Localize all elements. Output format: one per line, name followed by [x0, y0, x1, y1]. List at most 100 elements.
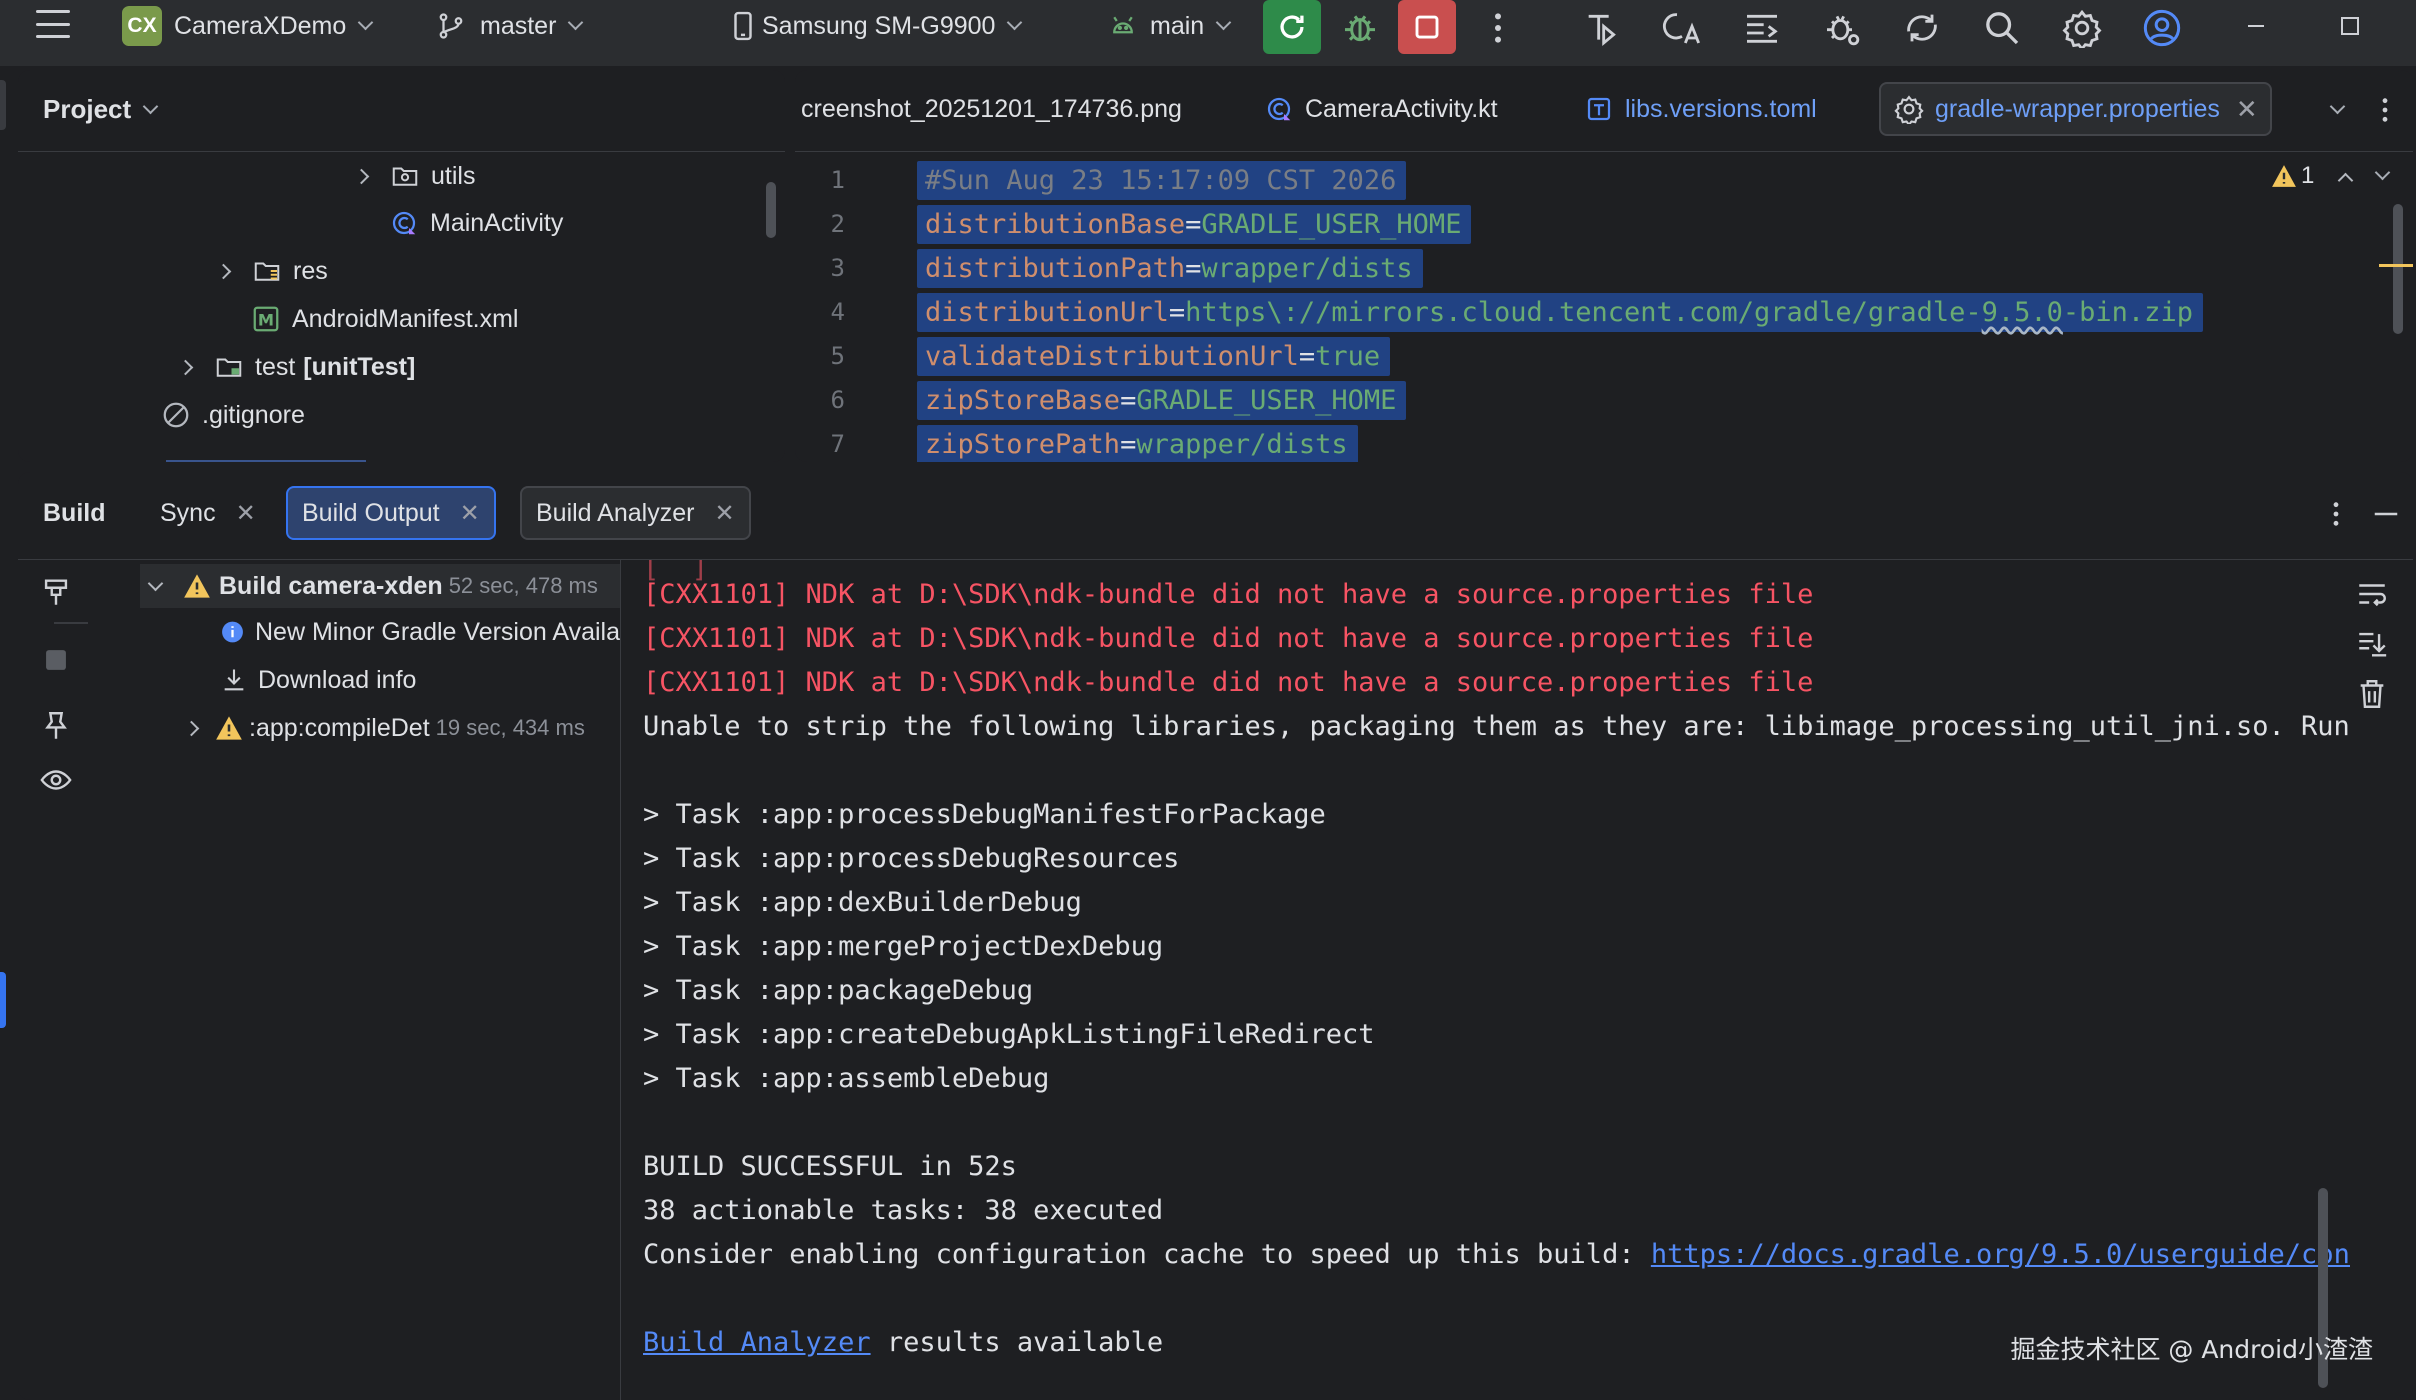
tree-item-test[interactable]: test [unitTest] [177, 345, 415, 389]
gear-icon [1893, 93, 1925, 125]
maximize-button[interactable] [2330, 6, 2370, 46]
chevron-up-icon[interactable] [2338, 172, 2354, 188]
project-view-selector[interactable]: Project [43, 94, 159, 125]
line-number: 2 [830, 210, 845, 238]
user-avatar-icon [2143, 9, 2181, 47]
console-line: 38 actionable tasks: 38 executed [643, 1194, 1164, 1226]
warning-stripe-marker[interactable] [2379, 264, 2413, 267]
console-line: Build Analyzer results available [643, 1320, 1163, 1364]
soft-wrap-button[interactable] [2352, 574, 2392, 614]
tab-build-analyzer[interactable]: Build Analyzer ✕ [520, 486, 751, 540]
line-number: 4 [830, 298, 845, 326]
more-vertical-icon [2333, 502, 2339, 526]
tree-item-utils[interactable]: utils [353, 154, 476, 198]
build-tree-root[interactable]: Build camera-xden 52 sec, 478 ms [140, 564, 620, 608]
console-text: Consider enabling configuration cache to… [643, 1238, 1651, 1270]
git-branch-icon [439, 13, 463, 39]
build-tree-label: Download info [258, 665, 417, 694]
tab-libs-versions[interactable]: libs.versions.toml [1583, 82, 1817, 136]
tab-gradle-wrapper[interactable]: gradle-wrapper.properties ✕ [1879, 82, 2272, 136]
translate-button[interactable] [1660, 6, 1704, 50]
stop-build-button[interactable] [36, 640, 76, 680]
code-text: distributionBase=GRADLE_USER_HOME [917, 204, 1472, 244]
build-tree-compile-task[interactable]: :app:compileDet 19 sec, 434 ms [186, 706, 620, 750]
tab-cameraactivity[interactable]: CameraActivity.kt [1263, 82, 1498, 136]
manifest-icon: M [250, 303, 282, 335]
build-tab-bar: Build Sync ✕ Build Output ✕ Build Analyz… [18, 472, 2413, 560]
clear-console-button[interactable] [2352, 674, 2392, 714]
scroll-to-end-button[interactable] [2352, 624, 2392, 664]
tab-list-button[interactable] [2315, 88, 2359, 132]
tree-item-res[interactable]: res [215, 249, 328, 293]
pin-button[interactable] [36, 706, 76, 746]
editor-scrollbar[interactable] [2393, 204, 2403, 334]
close-icon[interactable]: ✕ [2236, 94, 2258, 125]
close-icon[interactable]: ✕ [236, 499, 256, 528]
device-mirror-button[interactable] [1900, 6, 1944, 50]
apply-changes-button[interactable] [1580, 6, 1624, 50]
device-selector[interactable]: Samsung SM-G9900 [732, 0, 1023, 52]
main-menu-icon[interactable] [36, 10, 70, 38]
chevron-right-icon [215, 263, 232, 279]
pin-icon [45, 712, 67, 739]
warning-count: 1 [2301, 162, 2315, 189]
tab-screenshot-png[interactable]: creenshot_20251201_174736.png [801, 82, 1182, 136]
project-selector[interactable]: CX CameraXDemo [122, 0, 374, 52]
line-number: 5 [830, 342, 845, 370]
view-options-button[interactable] [36, 760, 76, 800]
tree-item-label: utils [431, 161, 476, 190]
search-button[interactable] [1980, 6, 2024, 50]
minimize-icon [2374, 512, 2398, 516]
build-tree-download-info[interactable]: Download info [220, 658, 620, 702]
project-title: Project [43, 94, 132, 124]
tab-sync[interactable]: Sync ✕ [160, 486, 256, 540]
account-button[interactable] [2140, 6, 2184, 50]
editor-more-button[interactable] [2363, 88, 2407, 132]
project-panel-header: Project [18, 70, 785, 152]
code-line: 1 #Sun Aug 23 15:17:09 CST 2026 [795, 158, 2413, 202]
kotlin-class-icon [1263, 93, 1295, 125]
debug-settings-button[interactable] [1820, 6, 1864, 50]
build-more-button[interactable] [2314, 492, 2358, 536]
close-icon[interactable]: ✕ [714, 499, 734, 528]
property-value: GRADLE_USER_HOME [1201, 208, 1462, 240]
settings-button[interactable] [2060, 6, 2104, 50]
minimize-button[interactable] [2236, 6, 2276, 46]
tab-label: CameraActivity.kt [1305, 94, 1498, 123]
build-tree-gradle-info[interactable]: New Minor Gradle Version Availa [220, 610, 620, 654]
console-line: Unable to strip the following libraries,… [643, 710, 2350, 742]
build-console[interactable]: [ ] [CXX1101] NDK at D:\SDK\ndk-bundle d… [620, 560, 2350, 1400]
line-number: 1 [830, 166, 845, 194]
code-line: 5 validateDistributionUrl=true [795, 334, 2413, 378]
stop-button[interactable] [1398, 0, 1456, 54]
config-cache-link[interactable]: https://docs.gradle.org/9.5.0/userguide/… [1651, 1239, 2350, 1270]
left-edge-indicator [0, 972, 6, 1028]
close-icon[interactable]: ✕ [460, 499, 480, 528]
svg-text:M: M [258, 310, 274, 329]
build-analyzer-link[interactable]: Build Analyzer [643, 1327, 871, 1358]
project-scrollbar[interactable] [766, 182, 776, 238]
tree-item-androidmanifest[interactable]: M AndroidManifest.xml [250, 297, 518, 341]
property-key: distributionBase [925, 208, 1186, 240]
warning-icon [216, 716, 242, 740]
code-area[interactable]: 1 #Sun Aug 23 15:17:09 CST 2026 2 distri… [795, 154, 2413, 462]
tree-item-gitignore[interactable]: .gitignore [160, 393, 305, 437]
inspection-widget[interactable]: 1 [2271, 162, 2391, 190]
ignore-icon [160, 399, 192, 431]
tab-build-output[interactable]: Build Output ✕ [286, 486, 496, 540]
property-key: validateDistributionUrl [925, 340, 1299, 372]
rerun-button[interactable] [1263, 0, 1321, 54]
more-vertical-icon [2382, 98, 2388, 122]
chevron-down-icon[interactable] [2375, 164, 2391, 181]
code-structure-button[interactable] [1740, 6, 1784, 50]
chevron-down-icon [2329, 98, 2345, 115]
build-action-button[interactable] [36, 572, 76, 612]
branch-selector[interactable]: master [436, 0, 584, 52]
hide-panel-button[interactable] [2364, 492, 2408, 536]
tree-item-mainactivity[interactable]: MainActivity [388, 201, 563, 245]
more-vertical-icon [1495, 13, 1501, 43]
debug-button[interactable] [1338, 6, 1382, 50]
run-config-selector[interactable]: main [1108, 0, 1232, 52]
console-line: [CXX1101] NDK at D:\SDK\ndk-bundle did n… [643, 622, 1814, 654]
more-actions-button[interactable] [1476, 6, 1520, 50]
